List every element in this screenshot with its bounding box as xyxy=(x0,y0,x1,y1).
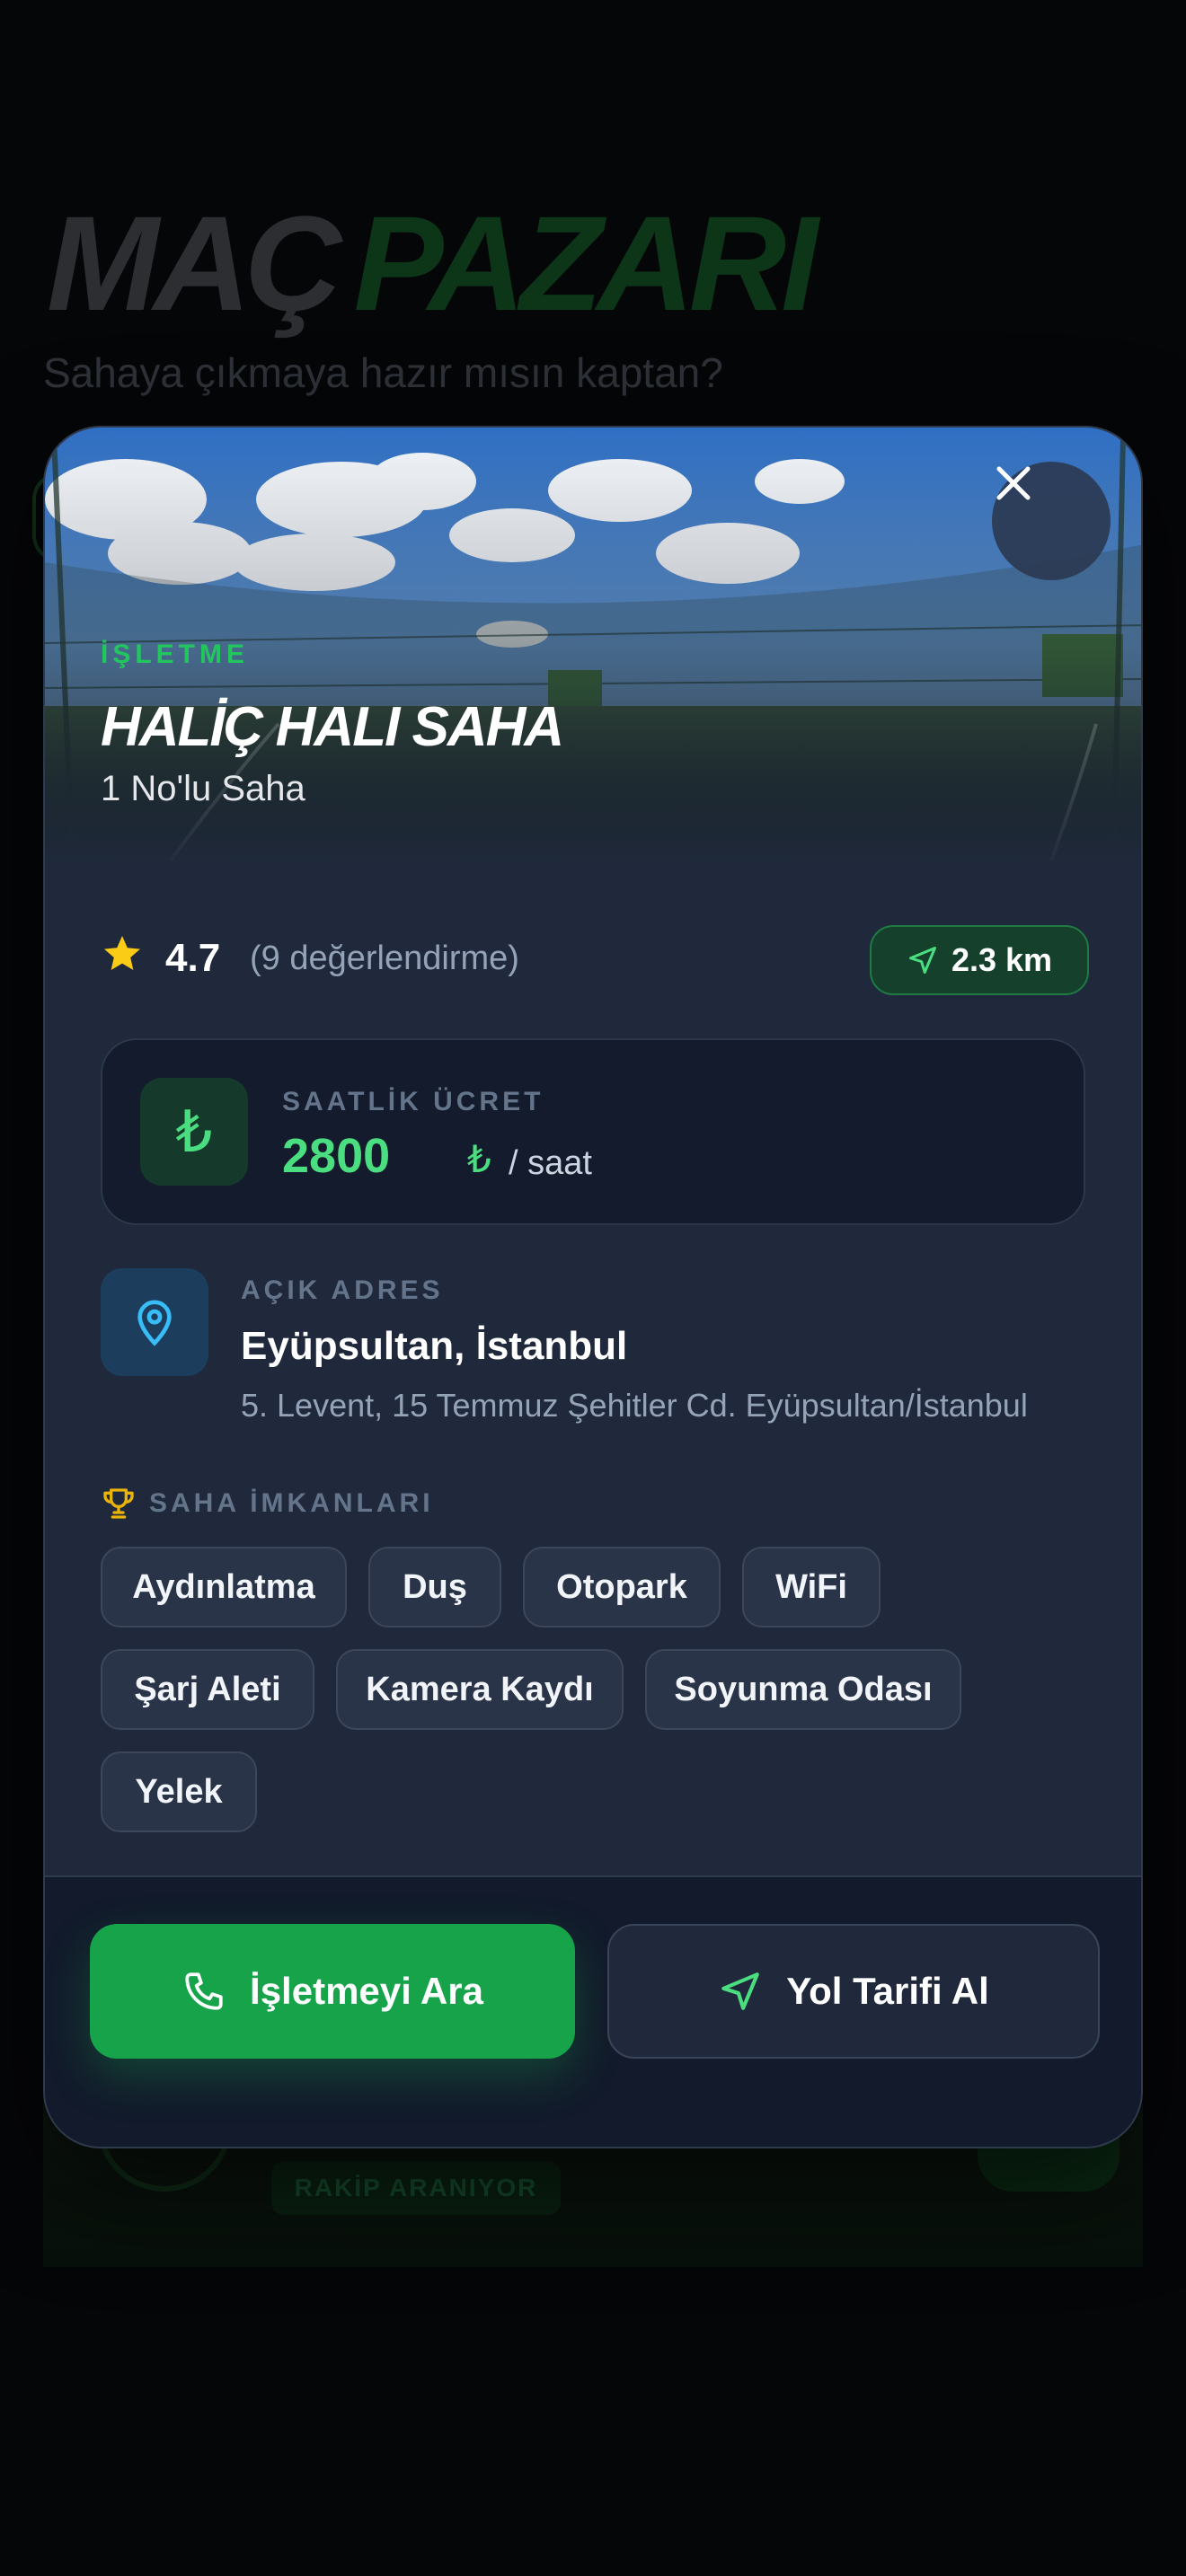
get-directions-button[interactable]: Yol Tarifi Al xyxy=(607,1924,1100,2059)
amenity-chip: Kamera Kaydı xyxy=(336,1649,624,1730)
app-subtitle: Sahaya çıkmaya hazır mısın kaptan? xyxy=(43,349,723,396)
call-business-label: İşletmeyi Ara xyxy=(250,1970,483,2012)
amenities-title: SAHA İMKANLARI xyxy=(149,1488,434,1518)
amenity-chip: Aydınlatma xyxy=(101,1547,347,1628)
venue-pitch-name: 1 No'lu Saha xyxy=(101,769,305,808)
address-line: 5. Levent, 15 Temmuz Şehitler Cd. Eyüpsu… xyxy=(241,1387,1028,1424)
distance-value: 2.3 km xyxy=(951,941,1053,978)
get-directions-label: Yol Tarifi Al xyxy=(786,1970,989,2012)
close-icon xyxy=(996,466,1031,500)
call-business-button[interactable]: İşletmeyi Ara xyxy=(90,1924,575,2059)
venue-detail-modal: İŞLETME HALİÇ HALI SAHA 1 No'lu Saha 4.7… xyxy=(43,426,1143,2148)
venue-name: HALİÇ HALI SAHA xyxy=(101,696,564,758)
app-title-part2: PAZARI xyxy=(353,188,819,339)
star-icon xyxy=(104,936,140,970)
address-label: AÇIK ADRES xyxy=(241,1275,444,1305)
map-pin-icon xyxy=(137,1300,172,1346)
address-city: Eyüpsultan, İstanbul xyxy=(241,1324,628,1368)
amenity-chip: Şarj Aleti xyxy=(101,1649,314,1730)
amenity-chip: Otopark xyxy=(523,1547,721,1628)
review-count: (9 değerlendirme) xyxy=(250,940,519,977)
amenities-header: SAHA İMKANLARI xyxy=(101,1486,434,1522)
price-unit: / saat xyxy=(509,1144,592,1182)
background-status-badge: RAKİP ARANIYOR xyxy=(271,2161,561,2215)
price-currency: ₺ xyxy=(467,1138,491,1180)
venue-hero-image: İŞLETME HALİÇ HALI SAHA 1 No'lu Saha xyxy=(45,428,1141,860)
venue-category-label: İŞLETME xyxy=(101,640,250,669)
price-card: ₺ SAATLİK ÜCRET 2800 ₺ / saat xyxy=(101,1038,1085,1225)
price-amount: 2800 xyxy=(282,1129,391,1183)
amenity-chip: WiFi xyxy=(742,1547,881,1628)
amenity-chip: Duş xyxy=(368,1547,501,1628)
phone-icon xyxy=(185,1972,223,2010)
action-footer: İşletmeyi Ara Yol Tarifi Al xyxy=(45,1875,1141,2147)
lira-icon: ₺ xyxy=(140,1078,248,1186)
amenity-chip: Yelek xyxy=(101,1751,257,1832)
app-screen: MAÇ PAZARI Sahaya çıkmaya hazır mısın kap… xyxy=(0,0,1186,2576)
trophy-icon xyxy=(103,1488,134,1519)
navigation-arrow-icon xyxy=(908,947,936,974)
app-title-part1: MAÇ xyxy=(47,188,343,339)
distance-badge: 2.3 km xyxy=(870,925,1089,995)
app-title: MAÇ PAZARI xyxy=(47,196,819,331)
rating-value: 4.7 xyxy=(165,936,221,980)
location-pin-icon xyxy=(101,1268,208,1376)
price-label: SAATLİK ÜCRET xyxy=(282,1087,544,1116)
amenity-chip: Soyunma Odası xyxy=(645,1649,961,1730)
close-button[interactable] xyxy=(992,462,1111,580)
rating-row: 4.7 (9 değerlendirme) 2.3 km xyxy=(101,923,1089,995)
navigation-arrow-icon xyxy=(721,1972,760,2010)
